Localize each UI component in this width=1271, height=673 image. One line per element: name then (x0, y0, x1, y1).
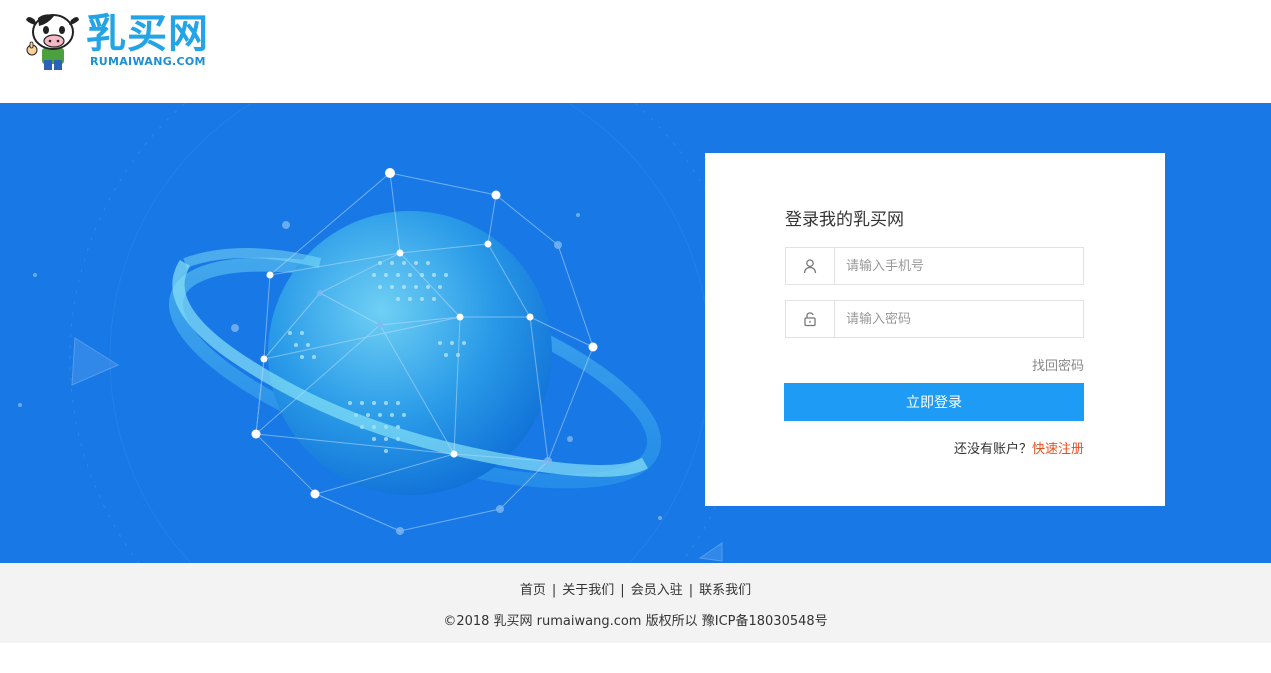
register-link[interactable]: 快速注册 (1032, 442, 1084, 457)
password-input[interactable] (836, 301, 1083, 337)
password-field (785, 300, 1084, 338)
header: 乳买网 RUMAIWANG.COM (0, 0, 1271, 103)
login-title: 登录我的乳买网 (785, 210, 904, 230)
footer-link-home[interactable]: 首页 (520, 583, 546, 598)
hero-banner: 登录我的乳买网 找回密码 立即登录 还没有账户 (0, 103, 1271, 563)
lock-icon (786, 301, 835, 337)
footer-link-join[interactable]: 会员入驻 (631, 583, 683, 598)
site-logo[interactable]: 乳买网 RUMAIWANG.COM (24, 10, 224, 74)
phone-field (785, 247, 1084, 285)
footer-separator: | (620, 583, 625, 598)
phone-input[interactable] (836, 248, 1083, 284)
footer-separator: | (551, 583, 557, 598)
copyright-text: ©2018 乳买网 rumaiwang.com 版权所以 豫ICP备180305… (443, 614, 828, 629)
footer: 首页 | 关于我们 | 会员入驻 | 联系我们 ©2018 乳买网 rumaiwang.co… (0, 563, 1271, 643)
login-button[interactable]: 立即登录 (784, 383, 1084, 421)
logo-domain: RUMAIWANG.COM (90, 55, 206, 68)
footer-link-about[interactable]: 关于我们 (562, 583, 614, 598)
logo-wordmark: 乳买网 (86, 11, 209, 57)
cow-mascot-icon (26, 14, 79, 70)
footer-nav: 首页 | 关于我们 | 会员入驻 | 联系我们 (0, 579, 1271, 598)
footer-separator: | (688, 583, 694, 598)
register-prompt: 还没有账户？快速注册 (954, 438, 1084, 457)
no-account-text: 还没有账户？ (953, 442, 1032, 457)
login-panel: 登录我的乳买网 找回密码 立即登录 还没有账户 (705, 153, 1165, 506)
forgot-password-link[interactable]: 找回密码 (1032, 355, 1084, 374)
user-icon (786, 248, 835, 284)
footer-link-contact[interactable]: 联系我们 (699, 583, 751, 598)
